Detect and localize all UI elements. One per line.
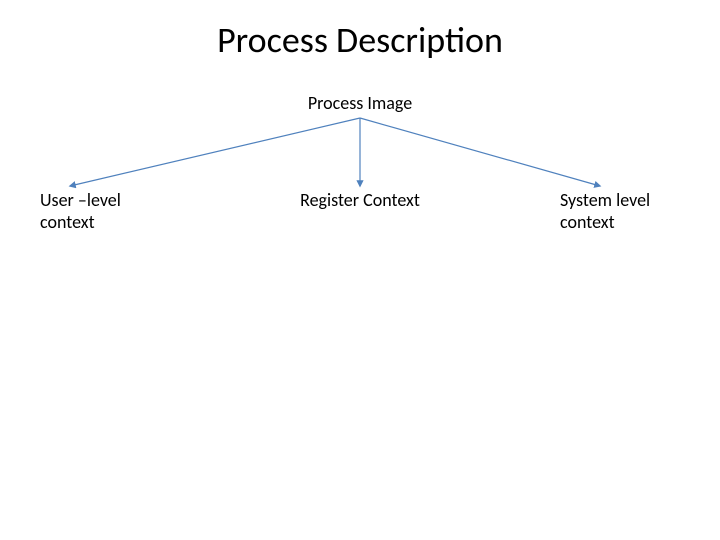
root-node-label: Process Image [0,92,720,114]
slide: Process Description Process Image User –… [0,0,720,540]
connector-lines [0,0,720,540]
connector-right [360,118,600,186]
slide-title: Process Description [0,18,720,62]
leaf-system-level-context: System level context [560,190,690,233]
connector-left [70,118,360,186]
